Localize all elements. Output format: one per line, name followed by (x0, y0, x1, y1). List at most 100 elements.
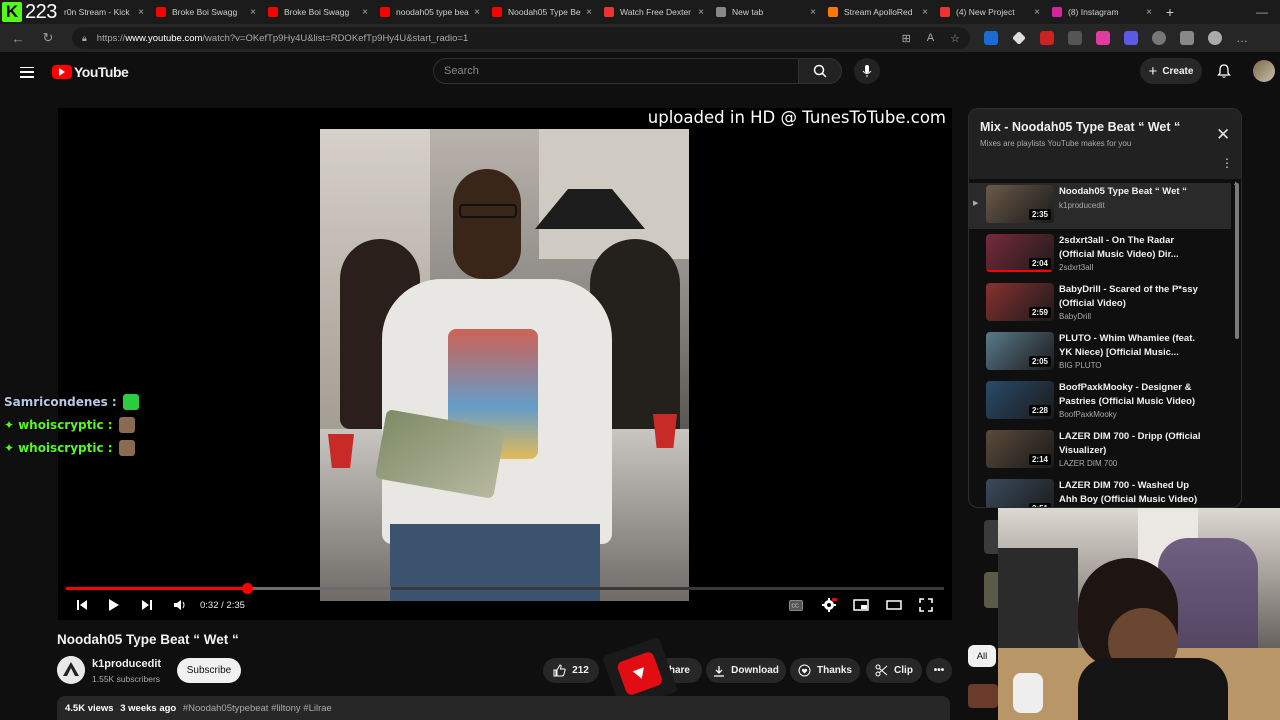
browser-tab[interactable]: noodah05 type bea × (374, 0, 486, 24)
seek-bar[interactable] (66, 583, 944, 594)
previous-button[interactable] (76, 599, 88, 611)
settings-button[interactable] (821, 597, 837, 613)
address-bar[interactable]: 🔒︎ https://www.youtube.com/watch?v=OKefT… (72, 27, 970, 49)
browser-tab[interactable]: (8) Instagram × (1046, 0, 1158, 24)
collections-icon[interactable] (1180, 31, 1194, 45)
thanks-button[interactable]: Thanks (790, 658, 860, 683)
description-box[interactable]: 4.5K views 3 weeks ago #Noodah05typebeat… (57, 696, 950, 720)
playlist-item[interactable]: 2:28 BoofPaxkMooky - Designer & Pastries … (969, 379, 1231, 425)
playlist-header: Mix - Noodah05 Type Beat “ Wet “ Mixes a… (969, 109, 1241, 179)
playlist-item-channel: k1producedit (1059, 201, 1105, 210)
extension-6-icon[interactable] (1124, 31, 1138, 45)
seek-knob[interactable] (241, 583, 253, 594)
playlist-item[interactable]: 2:04 2sdxrt3all - On The Radar (Official … (969, 232, 1231, 278)
playlist-item-channel: BabyDrill (1059, 312, 1092, 321)
browser-tab[interactable]: Noodah05 Type Be × (486, 0, 598, 24)
extensions-puzzle-icon[interactable] (1152, 31, 1166, 45)
extension-4-icon[interactable] (1068, 31, 1082, 45)
like-button[interactable]: 212 (543, 658, 599, 683)
youtube-logo[interactable]: YouTube (52, 64, 129, 80)
tab-close-icon[interactable]: × (474, 7, 480, 18)
voice-search-button[interactable] (854, 58, 880, 84)
chip-all[interactable]: All (968, 645, 996, 667)
playlist-thumbnail[interactable]: 2:04 (986, 234, 1054, 272)
playlist-item[interactable]: 2:51LAZER DIM 700 - Washed Up Ahh Boy (O… (969, 477, 1231, 507)
playlist-thumbnail[interactable]: 2:14 (986, 430, 1054, 468)
tab-close-icon[interactable]: × (810, 7, 816, 18)
playlist-title[interactable]: Mix - Noodah05 Type Beat “ Wet “ (980, 120, 1180, 134)
browser-tab-bar: K 223 r0n Stream - Kick × Broke Boi Swagg ×… (0, 0, 1280, 24)
tab-close-icon[interactable]: × (138, 7, 144, 18)
playlist-thumbnail[interactable]: 2:28 (986, 381, 1054, 419)
browser-tab[interactable]: Stream ApolloRed × (822, 0, 934, 24)
new-tab-button[interactable]: + (1158, 4, 1182, 20)
account-avatar[interactable] (1253, 60, 1275, 82)
playlist-thumbnail[interactable]: 2:51 (986, 479, 1054, 507)
subtitles-button[interactable]: CC (789, 599, 803, 611)
browser-tab[interactable]: New tab × (710, 0, 822, 24)
clip-button[interactable]: Clip (866, 658, 922, 683)
tab-close-icon[interactable]: × (1034, 7, 1040, 18)
playlist-thumbnail[interactable]: 2:35 (986, 185, 1054, 223)
browser-menu-icon[interactable]: … (1236, 31, 1248, 45)
tab-close-icon[interactable]: × (362, 7, 368, 18)
close-icon[interactable]: ✕ (1216, 125, 1230, 145)
browser-tab[interactable]: r0n Stream - Kick × (58, 0, 150, 24)
playlist-thumbnail[interactable]: 2:05 (986, 332, 1054, 370)
browser-tab[interactable]: Broke Boi Swagg × (150, 0, 262, 24)
app-install-icon[interactable]: ⊞ (902, 32, 911, 45)
playlist-item[interactable]: 2:14 LAZER DIM 700 - Dripp (Official Visu… (969, 428, 1231, 474)
more-actions-button[interactable]: ••• (926, 658, 952, 683)
browser-tab[interactable]: Broke Boi Swagg × (262, 0, 374, 24)
video-player[interactable]: uploaded in HD @ TunesToTube.com 0:32 / … (58, 108, 952, 620)
fullscreen-icon (919, 598, 933, 612)
reload-icon[interactable]: ↻ (36, 30, 60, 46)
tab-close-icon[interactable]: × (698, 7, 704, 18)
tab-label: noodah05 type bea (396, 7, 469, 17)
search-input[interactable]: Search (433, 58, 799, 84)
playlist-thumbnail[interactable]: 2:59 (986, 283, 1054, 321)
search-button[interactable] (798, 58, 842, 84)
menu-icon[interactable] (20, 66, 34, 78)
tab-close-icon[interactable]: × (586, 7, 592, 18)
next-button[interactable] (141, 599, 153, 611)
favorite-star-icon[interactable]: ☆ (950, 32, 960, 45)
svg-text:CC: CC (792, 603, 800, 609)
hashtags[interactable]: #Noodah05typebeat #liltony #Lilrae (183, 703, 332, 714)
recommended-thumbnail[interactable] (968, 684, 998, 708)
profile-icon[interactable] (1208, 31, 1222, 45)
extension-1-icon[interactable] (984, 31, 998, 45)
fullscreen-button[interactable] (919, 598, 933, 612)
create-button[interactable]: + Create (1140, 58, 1202, 84)
channel-name[interactable]: k1producedit (92, 658, 161, 670)
more-horizontal-icon: ••• (933, 665, 945, 676)
extension-3-icon[interactable] (1040, 31, 1054, 45)
playlist-item[interactable]: 2:59 BabyDrill - Scared of the P*ssy (Off… (969, 281, 1231, 327)
browser-tab[interactable]: (4) New Project × (934, 0, 1046, 24)
download-button[interactable]: Download (706, 658, 786, 683)
extension-5-icon[interactable] (1096, 31, 1110, 45)
playlist-scrollbar[interactable] (1235, 183, 1239, 339)
tab-favicon-icon (1052, 7, 1062, 17)
tab-close-icon[interactable]: × (250, 7, 256, 18)
play-button[interactable] (108, 598, 120, 612)
scissors-icon (875, 664, 888, 677)
read-aloud-icon[interactable]: A (927, 32, 934, 45)
channel-avatar[interactable] (57, 656, 85, 684)
playlist-item[interactable]: 2:05 PLUTO - Whim Whamiee (feat. YK Niece… (969, 330, 1231, 376)
theater-mode-button[interactable] (886, 600, 902, 610)
browser-tab[interactable]: Watch Free Dexter × (598, 0, 710, 24)
miniplayer-button[interactable] (853, 599, 869, 611)
volume-button[interactable] (173, 599, 187, 611)
notifications-bell-icon[interactable] (1216, 63, 1232, 79)
more-vertical-icon[interactable]: ⋮ (1221, 156, 1233, 170)
tab-favicon-icon (156, 7, 166, 17)
extension-2-icon[interactable] (1012, 31, 1026, 45)
browser-toolbar: ← ↻ 🔒︎ https://www.youtube.com/watch?v=O… (0, 24, 1280, 52)
window-minimize-button[interactable]: — (1256, 5, 1280, 19)
playlist-item[interactable]: ▶ 2:35 Noodah05 Type Beat “ Wet “ k1produce… (969, 183, 1231, 229)
subscribe-button[interactable]: Subscribe (177, 658, 241, 683)
back-icon[interactable]: ← (6, 31, 30, 46)
tab-close-icon[interactable]: × (922, 7, 928, 18)
tab-close-icon[interactable]: × (1146, 7, 1152, 18)
